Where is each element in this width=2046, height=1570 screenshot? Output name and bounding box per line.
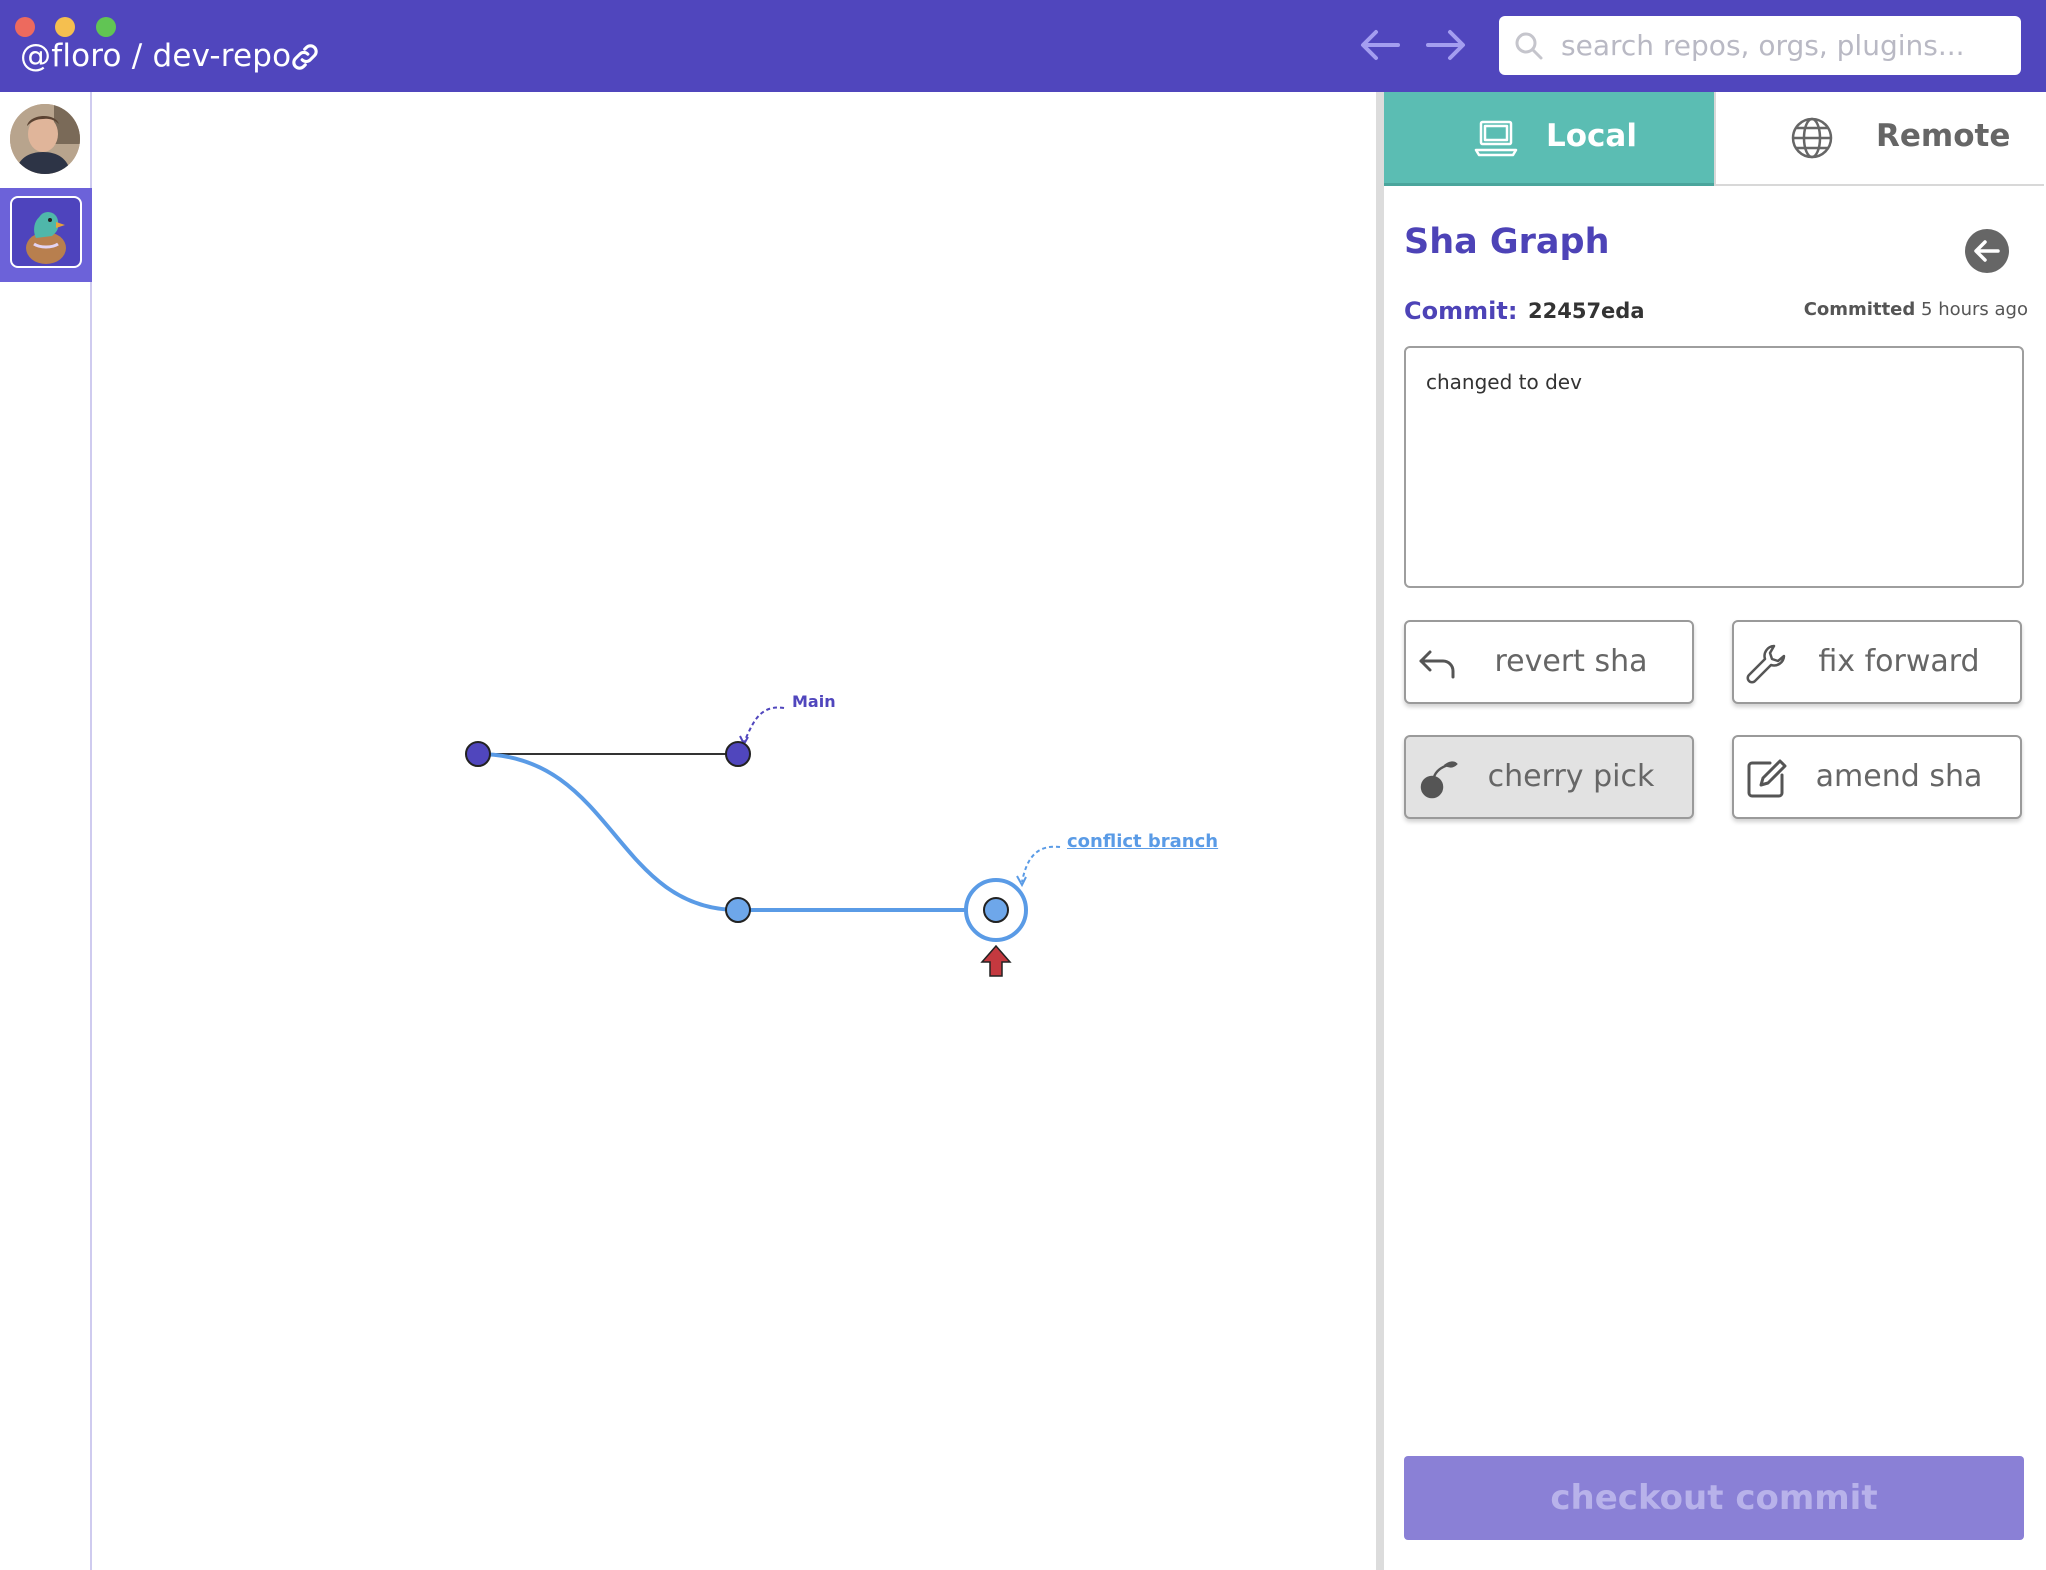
main-label-pointer [743,706,785,743]
tab-remote[interactable]: Remote [1714,92,2044,186]
amend-sha-button[interactable]: amend sha [1732,735,2022,819]
tab-remote-label: Remote [1876,118,2011,154]
commit-message[interactable]: changed to dev [1404,346,2024,588]
revert-sha-label: revert sha [1494,644,1648,679]
commit-node[interactable] [725,897,751,923]
repo-title[interactable]: @floro / dev-repo [20,38,291,74]
avatar[interactable] [10,104,80,174]
plugin-slot-active[interactable] [0,188,92,282]
sha-graph-canvas[interactable]: Main conflict branch [94,92,1376,1570]
commit-node[interactable] [725,741,751,767]
back-arrow-icon[interactable] [1964,228,2010,274]
close-window-button[interactable] [15,17,35,37]
fix-forward-button[interactable]: fix forward [1732,620,2022,704]
branch-label-main[interactable]: Main [792,692,836,711]
conflict-label-pointer [1021,845,1061,883]
checkout-commit-button[interactable]: checkout commit [1404,1456,2024,1540]
tab-local-label: Local [1546,118,1637,154]
selected-commit-node[interactable] [983,897,1009,923]
left-rail [0,92,92,1570]
conflict-branch-curve [477,752,739,912]
avatar-image [10,104,80,174]
panel-divider[interactable] [1376,92,1384,1570]
minimize-window-button[interactable] [55,17,75,37]
arrow-left-icon[interactable] [1356,25,1404,65]
duck-plugin-icon[interactable] [10,196,82,268]
tab-local[interactable]: Local [1384,92,1714,186]
zoom-window-button[interactable] [96,17,116,37]
search-icon [1515,32,1543,60]
fix-forward-label: fix forward [1818,644,1980,679]
laptop-icon [1474,120,1518,157]
amend-sha-label: amend sha [1815,759,1983,794]
committed-info: Committed 5 hours ago [1804,299,2028,320]
revert-sha-button[interactable]: revert sha [1404,620,1694,704]
arrow-right-icon[interactable] [1422,25,1470,65]
search-input[interactable] [1561,24,2011,66]
commit-label: Commit: [1404,297,1518,325]
globe-icon [1791,117,1833,159]
committed-label: Committed [1803,299,1916,320]
branch-label-conflict[interactable]: conflict branch [1067,831,1218,852]
commit-sha: 22457eda [1528,299,1645,323]
panel-title: Sha Graph [1404,222,1610,262]
cherry-pick-button[interactable]: cherry pick [1404,735,1694,819]
head-arrow-icon [980,944,1012,977]
title-bar: @floro / dev-repo [0,0,2046,92]
side-panel: Local Remote Sha Graph Commit: 22457eda … [1384,92,2046,1570]
duck-icon [26,212,66,264]
link-icon[interactable] [288,40,322,74]
cherry-pick-label: cherry pick [1487,759,1655,794]
search-bar[interactable] [1499,16,2021,75]
commit-node[interactable] [465,741,491,767]
committed-time: 5 hours ago [1921,299,2028,320]
